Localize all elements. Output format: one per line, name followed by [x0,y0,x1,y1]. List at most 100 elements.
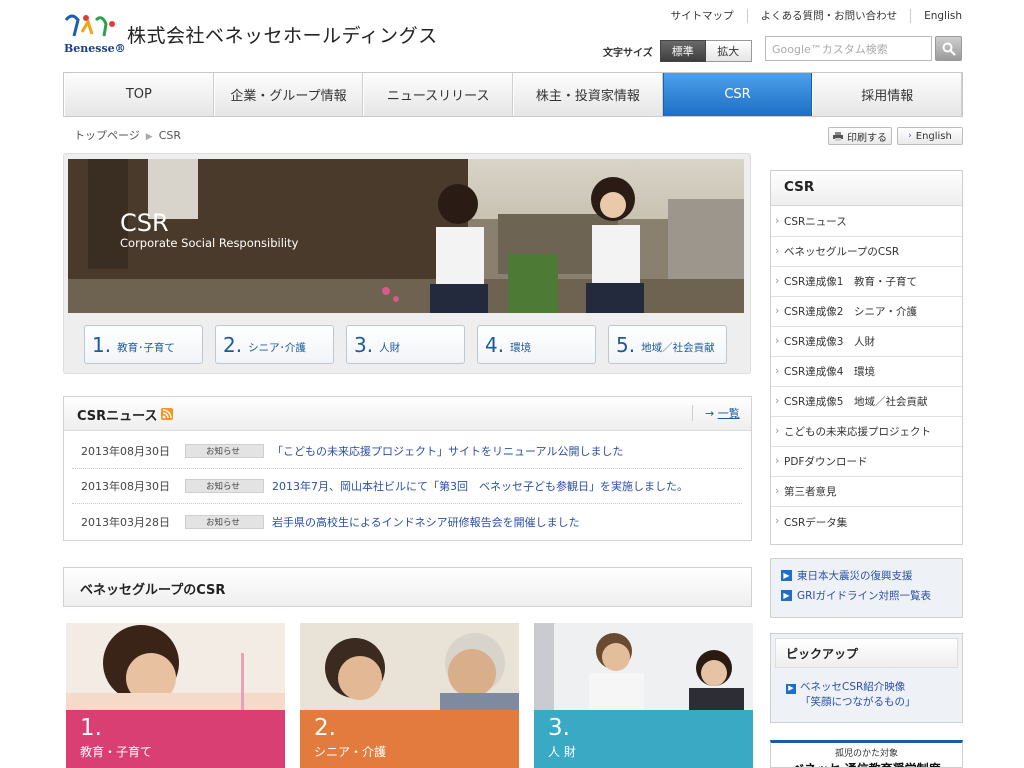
pillar-community-button[interactable]: 5. 地域／社会貢献 [608,325,727,364]
printer-icon [833,131,843,141]
hero-title: CSR [120,209,169,237]
benesse-logo[interactable]: Benesse® [62,10,126,58]
news-link[interactable]: 2013年7月、岡山本社ビルにて「第3回 ベネッセ子ども参観日」を実施しました。 [272,478,688,494]
pillar-people-button[interactable]: 3. 人財 [346,325,465,364]
nav-investors[interactable]: 株主・投資家情報 [513,73,663,116]
font-size-switch: 文字サイズ 標準 拡大 [603,40,752,62]
global-nav: TOP 企業・グループ情報 ニュースリリース 株主・投資家情報 CSR 採用情報 [63,72,963,117]
news-date: 2013年03月28日 [81,515,170,529]
breadcrumb-top-link[interactable]: トップページ [74,129,140,142]
breadcrumb-separator-icon: ▶ [145,132,153,142]
pickup-link-line2: 「笑顔につながるもの」 [800,696,916,708]
news-row: 2013年08月30日 お知らせ 「こどもの未来応援プロジェクト」サイトをリニュ… [72,434,742,469]
sidebar-item-pdf-download[interactable]: PDFダウンロード [771,447,962,477]
scholarship-banner[interactable]: 孤児のかた対象 ベネッセ 通信教育奨学制度 [770,740,963,768]
font-size-standard-button[interactable]: 標準 [659,40,706,62]
pillar-label: 地域／社会貢献 [641,342,715,354]
card-number: 3. [548,715,570,741]
search-button[interactable] [935,36,962,61]
gri-guideline-link[interactable]: ▶ GRIガイドライン対照一覧表 [781,588,952,603]
news-tag: お知らせ [185,514,264,529]
pillar-number: 1. [92,332,112,357]
arrow-right-icon: → [705,407,718,420]
card-senior-photo [300,623,519,710]
sidebar-links-box: ▶ 東日本大震災の復興支援 ▶ GRIガイドライン対照一覧表 [770,558,963,618]
banner-subtitle: 孤児のかた対象 [834,749,898,759]
search-icon [942,42,956,56]
card-label: 教育・子育て [80,745,153,759]
page: Benesse® 株式会社ベネッセホールディングス サイトマップ よくある質問・… [0,0,1024,768]
link-label: 東日本大震災の復興支援 [797,570,913,582]
sidebar-item-kids-project[interactable]: こどもの未来応援プロジェクト [771,417,962,447]
news-tag: お知らせ [185,444,264,458]
earthquake-support-link[interactable]: ▶ 東日本大震災の復興支援 [781,568,952,583]
hero-image: CSR Corporate Social Responsibility [68,159,744,313]
nav-top[interactable]: TOP [64,73,214,116]
sidebar-item-vision-5[interactable]: CSR達成像5 地域／社会貢献 [771,387,962,417]
rss-icon[interactable] [161,408,173,420]
card-number: 1. [80,715,102,741]
news-link[interactable]: 「こどもの未来応援プロジェクト」サイトをリニューアル公開しました [272,443,623,459]
nav-company-group[interactable]: 企業・グループ情報 [213,73,364,116]
hero-subtitle: Corporate Social Responsibility [120,236,299,250]
pillar-number: 4. [485,332,505,357]
pillar-education-button[interactable]: 1. 教育･子育て [84,325,203,364]
nav-recruit[interactable]: 採用情報 [812,73,963,116]
print-button-label: 印刷する [847,132,887,144]
group-csr-heading: ベネッセグループのCSR [63,567,752,607]
print-button[interactable]: 印刷する [828,127,892,145]
pillar-environment-button[interactable]: 4. 環境 [477,325,596,364]
news-list-link[interactable]: → 一覧 [692,405,740,421]
nav-news-release[interactable]: ニュースリリース [363,73,514,116]
link-label: GRIガイドライン対照一覧表 [797,590,932,602]
faq-contact-link[interactable]: よくある質問・お問い合わせ [746,9,911,23]
pillar-label: 人財 [379,342,401,354]
sidebar-title: CSR [771,171,962,206]
card-education-bar: 1. 教育・子育て [66,710,285,768]
news-list-label: 一覧 [717,407,740,420]
arrow-right-icon: ▶ [786,683,796,694]
sidebar-item-vision-4[interactable]: CSR達成像4 環境 [771,357,962,387]
pillar-label: シニア･介護 [248,342,306,354]
card-education[interactable]: 1. 教育・子育て [66,623,285,768]
sidebar-item-third-party[interactable]: 第三者意見 [771,477,962,507]
sidebar-item-vision-2[interactable]: CSR達成像2 シニア・介護 [771,297,962,327]
english-link[interactable]: English [910,9,962,23]
utility-links: サイトマップ よくある質問・お問い合わせ English [658,8,962,24]
search-input[interactable]: Google™カスタム検索 [765,36,932,61]
arrow-right-icon: ▶ [781,590,792,601]
card-senior[interactable]: 2. シニア・介護 [300,623,519,768]
font-size-label: 文字サイズ [603,47,653,59]
company-name[interactable]: 株式会社ベネッセホールディングス [127,21,438,48]
news-date: 2013年08月30日 [81,445,170,458]
pillar-senior-button[interactable]: 2. シニア･介護 [215,325,334,364]
sidebar-item-vision-3[interactable]: CSR達成像3 人財 [771,327,962,357]
pickup-video-link[interactable]: ▶ ベネッセCSR紹介映像 「笑顔につながるもの」 [786,680,916,710]
news-row: 2013年08月30日 お知らせ 2013年7月、岡山本社ビルにて「第3回 ベネ… [72,469,742,504]
card-people[interactable]: 3. 人 財 [534,623,753,768]
arrow-right-icon: ▶ [781,570,792,581]
card-people-photo [534,623,753,710]
news-link[interactable]: 岩手県の高校生によるインドネシア研修報告会を開催しました [272,514,580,530]
pickup-title: ピックアップ [775,638,958,668]
breadcrumb-current: CSR [158,129,182,142]
news-date: 2013年08月30日 [81,480,170,493]
card-education-photo [66,623,285,710]
card-senior-bar: 2. シニア・介護 [300,710,519,768]
sidebar-item-csr-data[interactable]: CSRデータ集 [771,507,962,537]
arrow-right-icon: › [908,131,912,141]
sitemap-link[interactable]: サイトマップ [658,9,747,23]
sidebar-item-vision-1[interactable]: CSR達成像1 教育・子育て [771,267,962,297]
card-people-bar: 3. 人 財 [534,710,753,768]
card-label: 人 財 [548,745,576,759]
pillar-label: 教育･子育て [117,342,175,354]
sidebar-item-csr-news[interactable]: CSRニュース [771,207,962,237]
font-size-large-button[interactable]: 拡大 [705,40,752,62]
logo-brand-text: Benesse® [64,42,126,55]
card-label: シニア・介護 [314,745,387,759]
sidebar-item-group-csr[interactable]: ベネッセグループのCSR [771,237,962,267]
nav-csr[interactable]: CSR [662,73,813,116]
english-button[interactable]: › English [897,127,963,145]
news-row: 2013年03月28日 お知らせ 岩手県の高校生によるインドネシア研修報告会を開… [72,504,742,539]
news-tag: お知らせ [185,479,264,493]
